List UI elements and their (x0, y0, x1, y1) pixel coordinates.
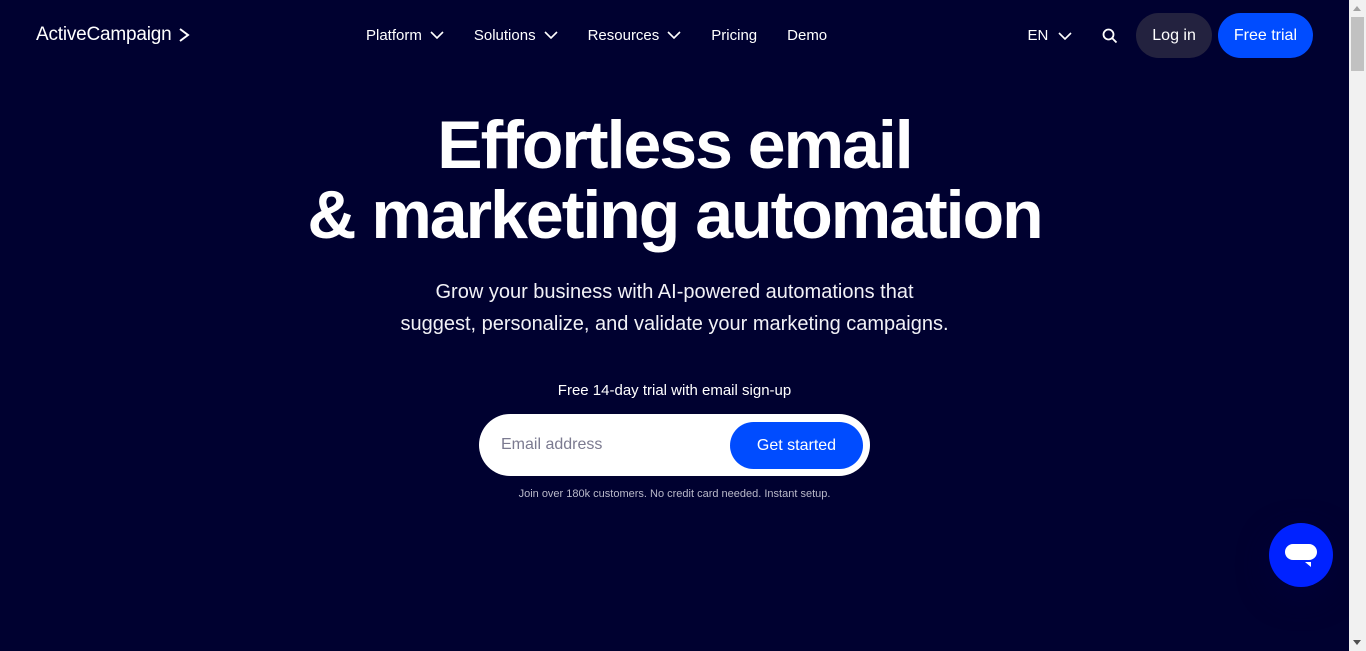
nav-demo[interactable]: Demo (787, 24, 827, 46)
nav-label: Pricing (711, 26, 758, 44)
nav-resources[interactable]: Resources (588, 24, 682, 46)
chat-bubble-icon (1285, 544, 1317, 567)
search-icon (1102, 28, 1118, 43)
chevron-down-icon (544, 31, 558, 39)
nav-label: Demo (787, 26, 828, 44)
hero-title: Effortless email & marketing automation (0, 110, 1349, 250)
scroll-up-arrow-icon[interactable] (1353, 6, 1361, 11)
title-line: Effortless email (437, 107, 913, 183)
subtitle-line: Grow your business with AI-powered autom… (435, 281, 914, 303)
chevron-right-icon (178, 28, 190, 42)
chevron-down-icon (430, 31, 444, 39)
nav-pricing[interactable]: Pricing (711, 24, 757, 46)
hero-subtitle: Grow your business with AI-powered autom… (0, 276, 1349, 340)
signup-form: Get started (479, 414, 870, 476)
fine-print: Join over 180k customers. No credit card… (518, 488, 831, 500)
search-button[interactable] (1102, 28, 1118, 44)
chat-button[interactable] (1269, 523, 1333, 587)
subtitle-line: suggest, personalize, and validate your … (400, 313, 949, 335)
nav-label: Resources (587, 26, 660, 44)
nav-label: Platform (366, 26, 422, 44)
nav-platform[interactable]: Platform (366, 24, 444, 46)
page: ActiveCampaign Platform Solutions Resour… (0, 0, 1349, 651)
scrollbar[interactable] (1349, 0, 1366, 651)
trial-note: Free 14-day trial with email sign-up (557, 382, 792, 399)
scroll-down-arrow-icon[interactable] (1353, 640, 1361, 645)
scrollbar-thumb[interactable] (1351, 17, 1364, 71)
language-label: EN (1027, 27, 1049, 44)
header-actions: EN Log in Free trial (1027, 13, 1313, 58)
nav-solutions[interactable]: Solutions (474, 24, 558, 46)
get-started-button[interactable]: Get started (730, 422, 863, 469)
login-button[interactable]: Log in (1136, 13, 1212, 58)
logo-text: ActiveCampaign (36, 24, 172, 45)
title-line: & marketing automation (307, 177, 1043, 253)
logo[interactable]: ActiveCampaign (36, 24, 190, 46)
main-nav: Platform Solutions Resources Pricing Dem… (366, 24, 857, 46)
email-input[interactable] (501, 436, 721, 454)
nav-label: Solutions (473, 26, 536, 44)
chevron-down-icon (667, 31, 681, 39)
free-trial-button[interactable]: Free trial (1217, 13, 1313, 58)
chevron-down-icon (1058, 31, 1072, 40)
language-selector[interactable]: EN (1027, 27, 1072, 44)
